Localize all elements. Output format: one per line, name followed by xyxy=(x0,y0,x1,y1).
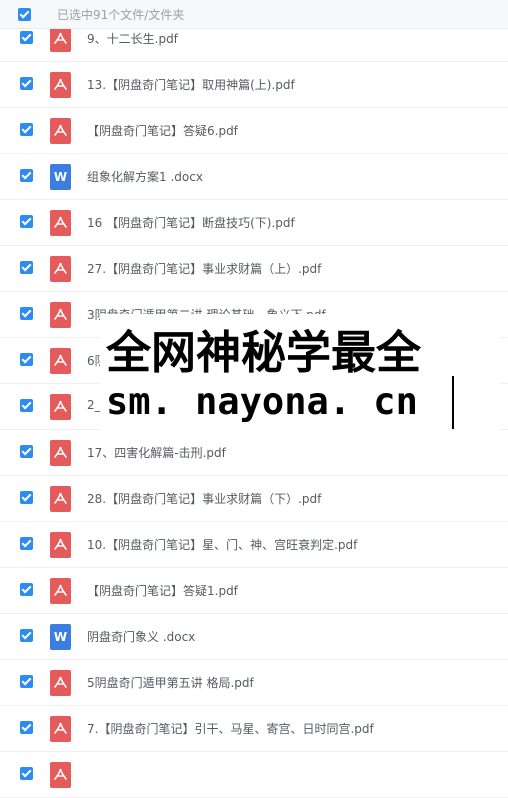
text-cursor xyxy=(452,376,454,429)
file-checkbox[interactable] xyxy=(20,767,33,780)
file-name: 阴盘奇门象义 .docx xyxy=(87,630,196,644)
watermark-overlay: 全网神秘学最全 sm. nayona. cn xyxy=(100,314,500,442)
file-name: 5阴盘奇门遁甲第五讲 格局.pdf xyxy=(87,676,254,690)
file-row[interactable] xyxy=(0,752,508,798)
word-file-icon: W xyxy=(50,164,71,190)
file-checkbox[interactable] xyxy=(20,215,33,228)
file-name: 17、四害化解篇-击刑.pdf xyxy=(87,446,226,460)
watermark-line-1: 全网神秘学最全 xyxy=(106,326,422,379)
pdf-file-icon xyxy=(50,762,71,788)
file-row[interactable]: 28.【阴盘奇门笔记】事业求财篇（下）.pdf xyxy=(0,476,508,522)
file-checkbox[interactable] xyxy=(20,261,33,274)
file-checkbox[interactable] xyxy=(20,353,33,366)
word-letter: W xyxy=(53,630,68,644)
word-letter: W xyxy=(53,170,68,184)
file-checkbox[interactable] xyxy=(20,307,33,320)
file-row[interactable]: W 阴盘奇门象义 .docx xyxy=(0,614,508,660)
file-row[interactable]: 【阴盘奇门笔记】答疑1.pdf xyxy=(0,568,508,614)
file-name: 【阴盘奇门笔记】答疑6.pdf xyxy=(87,124,238,138)
file-name: 9、十二长生.pdf xyxy=(87,32,178,46)
file-checkbox[interactable] xyxy=(20,399,33,412)
file-row[interactable]: 13.【阴盘奇门笔记】取用神篇(上).pdf xyxy=(0,62,508,108)
selection-header: 已选中91个文件/文件夹 xyxy=(0,0,508,29)
file-row[interactable]: 7.【阴盘奇门笔记】引干、马星、寄宫、日时同宫.pdf xyxy=(0,706,508,752)
file-row[interactable]: 27.【阴盘奇门笔记】事业求财篇（上）.pdf xyxy=(0,246,508,292)
word-file-icon: W xyxy=(50,624,71,650)
pdf-file-icon xyxy=(50,118,71,144)
pdf-file-icon xyxy=(50,210,71,236)
file-checkbox[interactable] xyxy=(20,77,33,90)
pdf-file-icon xyxy=(50,348,71,374)
file-checkbox[interactable] xyxy=(20,583,33,596)
file-name: 7.【阴盘奇门笔记】引干、马星、寄宫、日时同宫.pdf xyxy=(87,722,374,736)
pdf-file-icon xyxy=(50,302,71,328)
pdf-file-icon xyxy=(50,440,71,466)
file-row[interactable]: 5阴盘奇门遁甲第五讲 格局.pdf xyxy=(0,660,508,706)
file-checkbox[interactable] xyxy=(20,123,33,136)
pdf-file-icon xyxy=(50,532,71,558)
select-all-checkbox[interactable] xyxy=(18,7,31,21)
file-name: 2_ xyxy=(87,398,101,412)
file-name: 【阴盘奇门笔记】答疑1.pdf xyxy=(87,584,238,598)
pdf-file-icon xyxy=(50,486,71,512)
pdf-file-icon xyxy=(50,256,71,282)
file-checkbox[interactable] xyxy=(20,721,33,734)
pdf-file-icon xyxy=(50,72,71,98)
pdf-file-icon xyxy=(50,670,71,696)
file-row[interactable]: W 组象化解方案1 .docx xyxy=(0,154,508,200)
pdf-file-icon xyxy=(50,578,71,604)
file-name: 13.【阴盘奇门笔记】取用神篇(上).pdf xyxy=(87,78,295,92)
file-name: 10.【阴盘奇门笔记】星、门、神、宫旺衰判定.pdf xyxy=(87,538,358,552)
pdf-file-icon xyxy=(50,26,71,52)
file-row[interactable]: 【阴盘奇门笔记】答疑6.pdf xyxy=(0,108,508,154)
file-name: 28.【阴盘奇门笔记】事业求财篇（下）.pdf xyxy=(87,492,322,506)
file-checkbox[interactable] xyxy=(20,491,33,504)
file-checkbox[interactable] xyxy=(20,445,33,458)
pdf-file-icon xyxy=(50,716,71,742)
selection-count-label: 已选中91个文件/文件夹 xyxy=(57,7,185,22)
file-checkbox[interactable] xyxy=(20,537,33,550)
file-row[interactable]: 10.【阴盘奇门笔记】星、门、神、宫旺衰判定.pdf xyxy=(0,522,508,568)
file-name: 27.【阴盘奇门笔记】事业求财篇（上）.pdf xyxy=(87,262,322,276)
watermark-line-2: sm. nayona. cn xyxy=(106,380,418,423)
file-name: 16 【阴盘奇门笔记】断盘技巧(下).pdf xyxy=(87,216,295,230)
file-name: 组象化解方案1 .docx xyxy=(87,170,203,184)
pdf-file-icon xyxy=(50,394,71,420)
file-checkbox[interactable] xyxy=(20,629,33,642)
file-checkbox[interactable] xyxy=(20,675,33,688)
file-checkbox[interactable] xyxy=(20,169,33,182)
file-checkbox[interactable] xyxy=(20,31,33,44)
file-row[interactable]: 16 【阴盘奇门笔记】断盘技巧(下).pdf xyxy=(0,200,508,246)
